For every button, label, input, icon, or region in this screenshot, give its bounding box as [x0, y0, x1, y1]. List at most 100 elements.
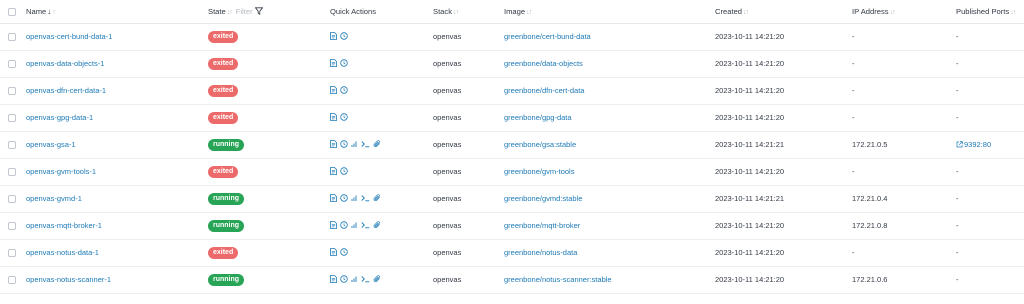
console-icon[interactable]	[361, 194, 370, 202]
image-link[interactable]: greenbone/mqtt-broker	[504, 221, 580, 230]
container-name-link[interactable]: openvas-notus-scanner-1	[26, 275, 111, 284]
row-checkbox[interactable]	[8, 168, 16, 176]
image-link[interactable]: greenbone/gvm-tools	[504, 167, 574, 176]
inspect-icon[interactable]	[340, 31, 348, 40]
container-name-link[interactable]: openvas-cert-bund-data-1	[26, 32, 112, 41]
stats-icon[interactable]	[351, 140, 358, 148]
stack-value: openvas	[433, 248, 462, 257]
published-port: -	[956, 86, 959, 95]
container-name-link[interactable]: openvas-data-objects-1	[26, 59, 104, 68]
column-ports-header[interactable]: Published Ports↓↑	[950, 0, 1024, 24]
row-checkbox[interactable]	[8, 195, 16, 203]
logs-icon[interactable]	[330, 85, 337, 94]
image-cell: greenbone/notus-scanner:stable	[498, 266, 709, 293]
logs-icon[interactable]	[330, 31, 337, 40]
published-port: -	[956, 221, 959, 230]
inspect-icon[interactable]	[340, 247, 348, 256]
ip-cell: 172.21.0.8	[846, 212, 950, 239]
stats-icon[interactable]	[351, 194, 358, 202]
console-icon[interactable]	[361, 140, 370, 148]
image-link[interactable]: greenbone/gsa:stable	[504, 140, 576, 149]
row-checkbox[interactable]	[8, 33, 16, 41]
stack-value: openvas	[433, 113, 462, 122]
console-icon[interactable]	[361, 275, 370, 283]
image-link[interactable]: greenbone/data-objects	[504, 59, 583, 68]
logs-icon[interactable]	[330, 247, 337, 256]
stack-value: openvas	[433, 167, 462, 176]
logs-icon[interactable]	[330, 166, 337, 175]
inspect-icon[interactable]	[340, 220, 348, 229]
column-stack-header[interactable]: Stack↓↑	[427, 0, 498, 24]
name-cell: openvas-gvm-tools-1	[20, 158, 202, 185]
row-checkbox[interactable]	[8, 87, 16, 95]
created-value: 2023-10-11 14:21:20	[715, 275, 785, 284]
inspect-icon[interactable]	[340, 112, 348, 121]
column-name-header[interactable]: Name↓↑	[20, 0, 202, 24]
logs-icon[interactable]	[330, 274, 337, 283]
attach-icon[interactable]	[373, 139, 381, 148]
container-name-link[interactable]: openvas-dfn-cert-data-1	[26, 86, 106, 95]
stack-cell: openvas	[427, 239, 498, 266]
ip-value: 172.21.0.5	[852, 140, 888, 149]
row-checkbox[interactable]	[8, 60, 16, 68]
image-link[interactable]: greenbone/cert-bund-data	[504, 32, 591, 41]
ip-value: 172.21.0.6	[852, 275, 888, 284]
row-checkbox[interactable]	[8, 114, 16, 122]
image-link[interactable]: greenbone/notus-data	[504, 248, 577, 257]
row-select-cell	[0, 158, 20, 185]
logs-icon[interactable]	[330, 220, 337, 229]
container-name-link[interactable]: openvas-gpg-data-1	[26, 113, 93, 122]
inspect-icon[interactable]	[340, 58, 348, 67]
stats-icon[interactable]	[351, 221, 358, 229]
column-image-header[interactable]: Image↓↑	[498, 0, 709, 24]
container-name-link[interactable]: openvas-gvmd-1	[26, 194, 82, 203]
image-cell: greenbone/data-objects	[498, 50, 709, 77]
column-created-label: Created	[715, 6, 743, 16]
inspect-icon[interactable]	[340, 139, 348, 148]
container-name-link[interactable]: openvas-mqtt-broker-1	[26, 221, 102, 230]
stack-value: openvas	[433, 86, 462, 95]
image-link[interactable]: greenbone/dfn-cert-data	[504, 86, 584, 95]
row-checkbox[interactable]	[8, 141, 16, 149]
column-ip-header[interactable]: IP Address↓↑	[846, 0, 950, 24]
status-badge: exited	[208, 165, 239, 178]
row-checkbox[interactable]	[8, 249, 16, 257]
inspect-icon[interactable]	[340, 166, 348, 175]
stats-icon[interactable]	[351, 275, 358, 283]
logs-icon[interactable]	[330, 112, 337, 121]
row-checkbox[interactable]	[8, 222, 16, 230]
column-created-header[interactable]: Created↓↑	[709, 0, 846, 24]
stack-value: openvas	[433, 32, 462, 41]
stack-cell: openvas	[427, 131, 498, 158]
console-icon[interactable]	[361, 221, 370, 229]
attach-icon[interactable]	[373, 193, 381, 202]
table-row: openvas-notus-data-1 exited openvas gree…	[0, 239, 1024, 266]
select-all-checkbox[interactable]	[8, 7, 16, 16]
ports-cell: -	[950, 266, 1024, 293]
state-filter-button[interactable]: Filter	[236, 7, 263, 16]
logs-icon[interactable]	[330, 139, 337, 148]
image-link[interactable]: greenbone/gpg-data	[504, 113, 572, 122]
inspect-icon[interactable]	[340, 193, 348, 202]
container-name-link[interactable]: openvas-notus-data-1	[26, 248, 99, 257]
created-value: 2023-10-11 14:21:20	[715, 248, 785, 257]
logs-icon[interactable]	[330, 193, 337, 202]
logs-icon[interactable]	[330, 58, 337, 67]
image-link[interactable]: greenbone/gvmd:stable	[504, 194, 582, 203]
attach-icon[interactable]	[373, 220, 381, 229]
container-name-link[interactable]: openvas-gsa-1	[26, 140, 76, 149]
attach-icon[interactable]	[373, 274, 381, 283]
stack-cell: openvas	[427, 77, 498, 104]
published-port-link[interactable]: 9392:80	[956, 140, 991, 149]
inspect-icon[interactable]	[340, 85, 348, 94]
created-cell: 2023-10-11 14:21:20	[709, 77, 846, 104]
row-select-cell	[0, 50, 20, 77]
inspect-icon[interactable]	[340, 274, 348, 283]
image-link[interactable]: greenbone/notus-scanner:stable	[504, 275, 612, 284]
table-row: openvas-gsa-1 running openvas greenbone/…	[0, 131, 1024, 158]
container-name-link[interactable]: openvas-gvm-tools-1	[26, 167, 96, 176]
column-state-header[interactable]: State↓↑ Filter	[202, 0, 324, 24]
row-checkbox[interactable]	[8, 276, 16, 284]
ip-cell: 172.21.0.6	[846, 266, 950, 293]
published-port: -	[956, 248, 959, 257]
